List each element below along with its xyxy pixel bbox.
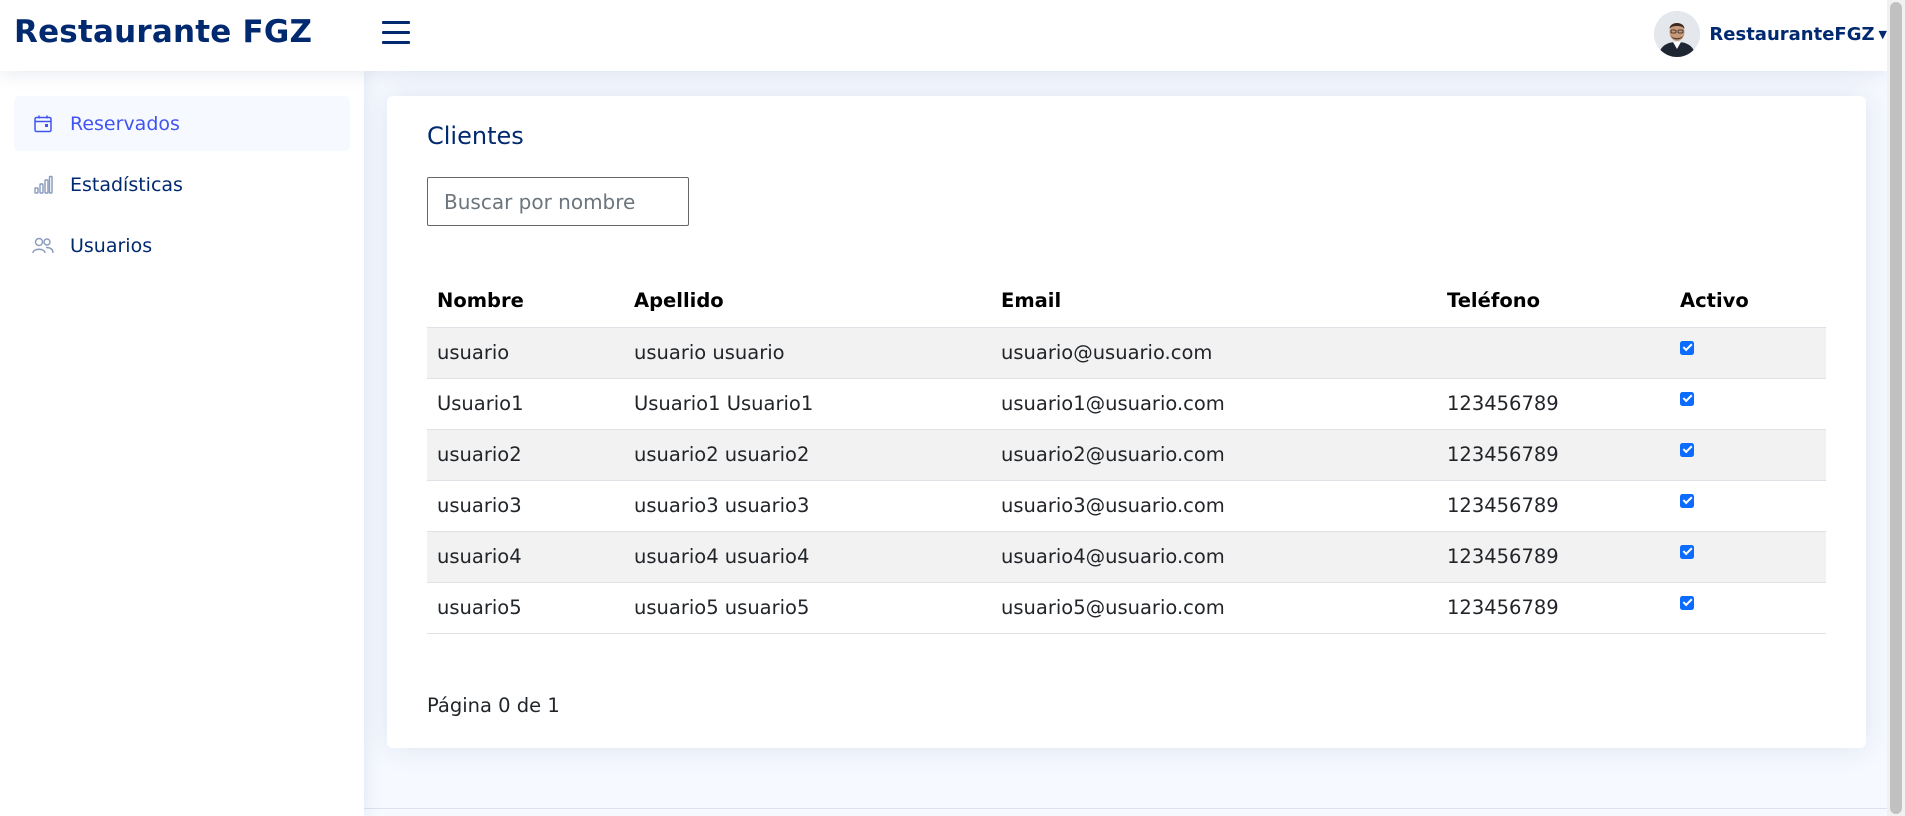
calendar-icon — [32, 113, 54, 135]
table-row[interactable]: usuario5 usuario5 usuario5 usuario5@usua… — [427, 582, 1826, 634]
people-icon — [32, 235, 54, 257]
cell-telefono: 123456789 — [1437, 429, 1670, 481]
search-input[interactable] — [427, 177, 689, 226]
cell-telefono — [1437, 327, 1670, 379]
cell-nombre: usuario4 — [427, 531, 624, 583]
profile-menu[interactable]: RestauranteFGZ ▼ — [1654, 11, 1887, 57]
sidebar: Reservados Estadísticas Usuarios — [0, 71, 364, 816]
cell-nombre: usuario3 — [427, 480, 624, 532]
active-checkbox[interactable] — [1680, 493, 1694, 508]
column-header-activo[interactable]: Activo — [1670, 275, 1826, 328]
cell-nombre: usuario — [427, 327, 624, 379]
table-row[interactable]: usuario2 usuario2 usuario2 usuario2@usua… — [427, 429, 1826, 481]
cell-nombre: Usuario1 — [427, 378, 624, 430]
table-row[interactable]: usuario4 usuario4 usuario4 usuario4@usua… — [427, 531, 1826, 583]
main-content: Clientes Nombre Apellido Email Teléfono … — [364, 71, 1887, 816]
table-row[interactable]: usuario3 usuario3 usuario3 usuario3@usua… — [427, 480, 1826, 532]
sidebar-item-label: Reservados — [70, 112, 180, 135]
cell-apellido: usuario5 usuario5 — [624, 582, 991, 634]
cell-email: usuario4@usuario.com — [991, 531, 1437, 583]
cell-apellido: usuario2 usuario2 — [624, 429, 991, 481]
cell-telefono: 123456789 — [1437, 378, 1670, 430]
active-checkbox[interactable] — [1680, 544, 1694, 559]
cell-activo — [1670, 531, 1826, 583]
footer-divider — [364, 808, 1887, 809]
page-title: Clientes — [427, 122, 524, 150]
column-header-telefono[interactable]: Teléfono — [1437, 275, 1670, 328]
cell-apellido: usuario usuario — [624, 327, 991, 379]
column-header-nombre[interactable]: Nombre — [427, 275, 624, 328]
cell-nombre: usuario2 — [427, 429, 624, 481]
cell-email: usuario1@usuario.com — [991, 378, 1437, 430]
cell-email: usuario@usuario.com — [991, 327, 1437, 379]
cell-email: usuario5@usuario.com — [991, 582, 1437, 634]
profile-name: RestauranteFGZ — [1709, 23, 1875, 45]
avatar — [1654, 11, 1701, 57]
table-row[interactable]: usuario usuario usuario usuario@usuario.… — [427, 327, 1826, 379]
column-header-email[interactable]: Email — [991, 275, 1437, 328]
active-checkbox[interactable] — [1680, 442, 1694, 457]
sidebar-item-reservados[interactable]: Reservados — [14, 96, 350, 151]
cell-telefono: 123456789 — [1437, 480, 1670, 532]
cell-apellido: usuario4 usuario4 — [624, 531, 991, 583]
table-row[interactable]: Usuario1 Usuario1 Usuario1 usuario1@usua… — [427, 378, 1826, 430]
cell-apellido: Usuario1 Usuario1 — [624, 378, 991, 430]
menu-toggle-icon[interactable] — [382, 21, 410, 45]
cell-activo — [1670, 480, 1826, 532]
caret-down-icon: ▼ — [1878, 27, 1887, 41]
top-header: Restaurante FGZ RestauranteFGZ ▼ — [0, 0, 1887, 71]
cell-telefono: 123456789 — [1437, 582, 1670, 634]
column-header-apellido[interactable]: Apellido — [624, 275, 991, 328]
app-logo[interactable]: Restaurante FGZ — [14, 14, 312, 50]
cell-email: usuario3@usuario.com — [991, 480, 1437, 532]
active-checkbox[interactable] — [1680, 340, 1694, 355]
bar-chart-icon — [32, 174, 54, 196]
cell-activo — [1670, 582, 1826, 634]
clients-card: Clientes Nombre Apellido Email Teléfono … — [387, 96, 1866, 748]
active-checkbox[interactable] — [1680, 391, 1694, 406]
pagination-info: Página 0 de 1 — [427, 694, 560, 717]
sidebar-item-estadisticas[interactable]: Estadísticas — [14, 157, 350, 212]
sidebar-item-label: Estadísticas — [70, 173, 183, 196]
sidebar-item-usuarios[interactable]: Usuarios — [14, 218, 350, 273]
sidebar-item-label: Usuarios — [70, 234, 153, 257]
cell-activo — [1670, 327, 1826, 379]
table-header-row: Nombre Apellido Email Teléfono Activo — [427, 275, 1826, 328]
cell-apellido: usuario3 usuario3 — [624, 480, 991, 532]
vertical-scrollbar[interactable] — [1887, 0, 1905, 816]
cell-activo — [1670, 378, 1826, 430]
cell-nombre: usuario5 — [427, 582, 624, 634]
active-checkbox[interactable] — [1680, 595, 1694, 610]
cell-activo — [1670, 429, 1826, 481]
scrollbar-thumb[interactable] — [1890, 2, 1902, 814]
cell-telefono: 123456789 — [1437, 531, 1670, 583]
clients-table: Nombre Apellido Email Teléfono Activo us… — [427, 275, 1826, 634]
cell-email: usuario2@usuario.com — [991, 429, 1437, 481]
